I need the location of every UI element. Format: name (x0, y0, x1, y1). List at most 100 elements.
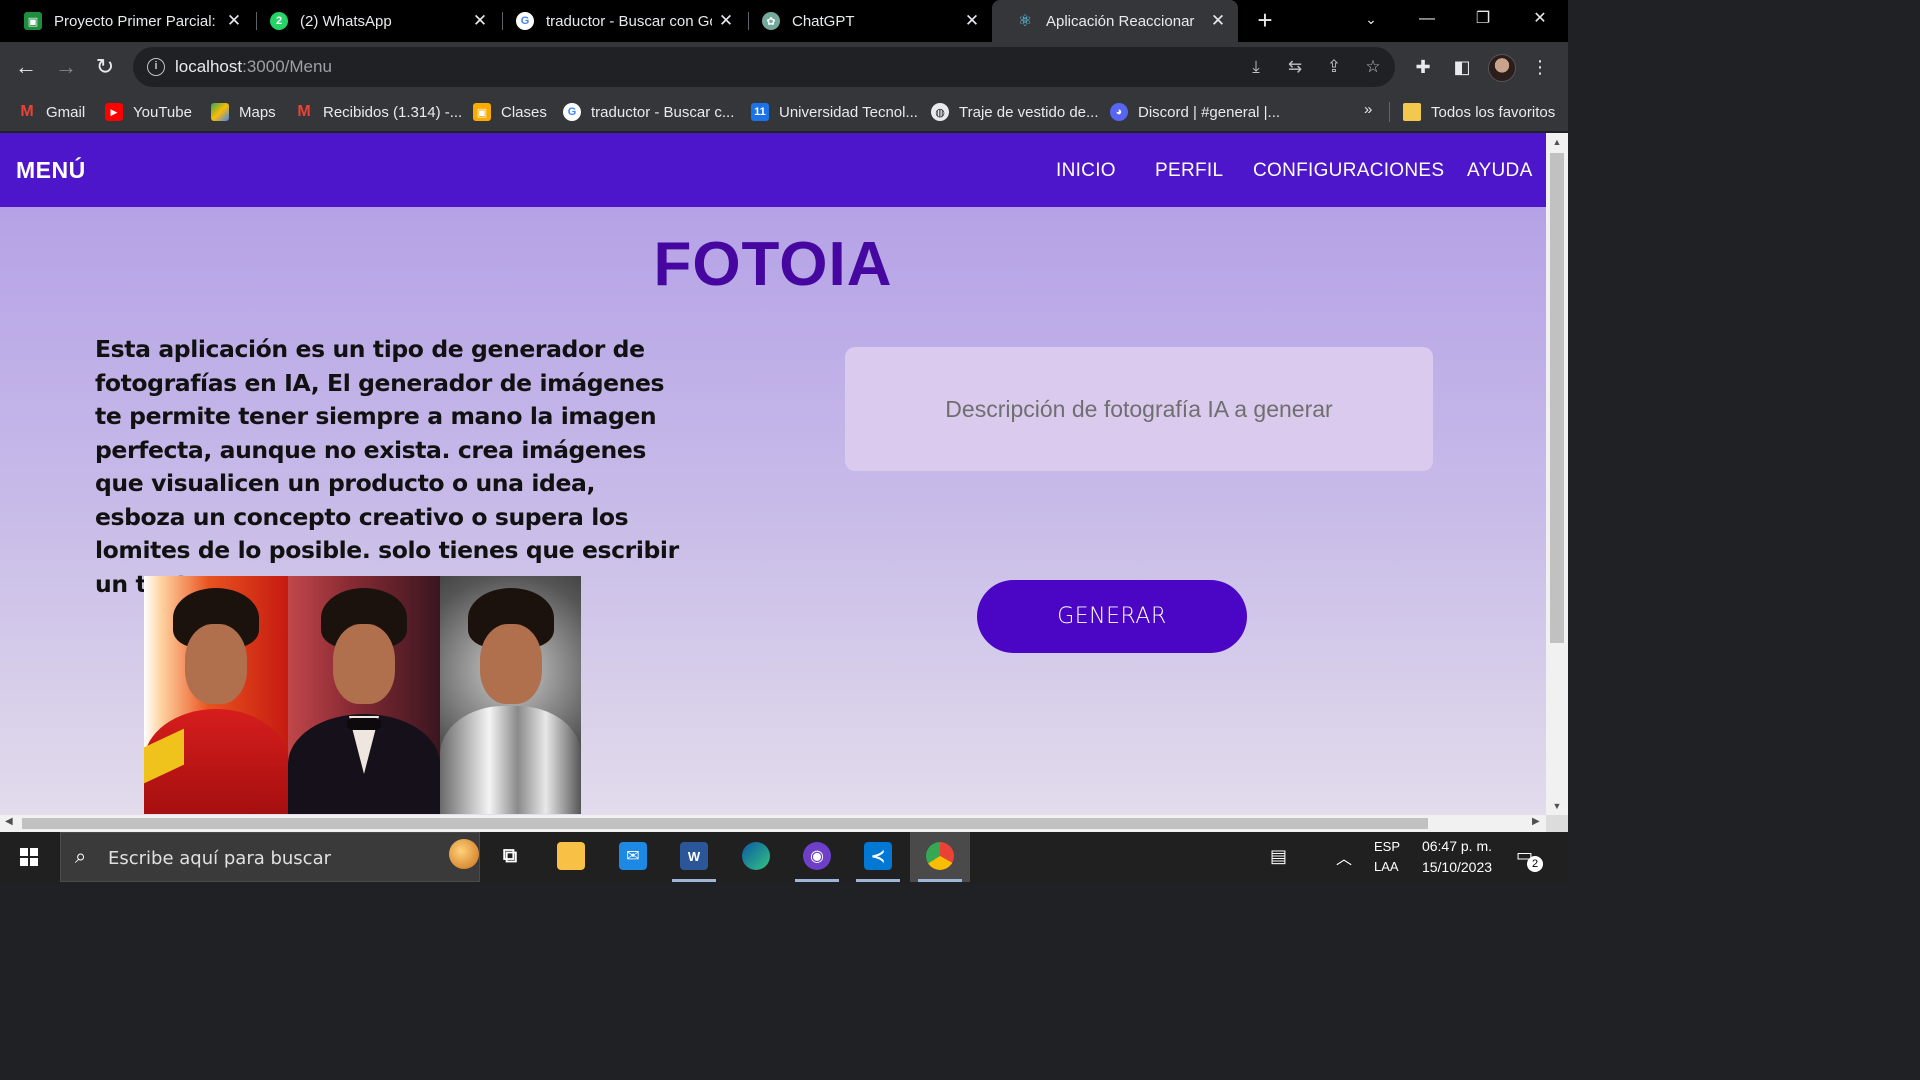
scroll-thumb[interactable] (22, 818, 1428, 829)
bookmark-clases[interactable]: ▣ Clases (473, 101, 547, 123)
nav-inicio[interactable]: INICIO (1056, 160, 1116, 182)
close-icon[interactable]: ✕ (466, 11, 494, 31)
edge-icon (742, 842, 770, 870)
new-tab-button[interactable]: + (1250, 6, 1280, 36)
side-panel-icon[interactable]: ◧ (1449, 54, 1475, 80)
folder-icon (557, 842, 585, 870)
tab-traductor[interactable]: G traductor - Buscar con Go ✕ (492, 0, 746, 42)
close-window-button[interactable]: ✕ (1512, 0, 1568, 42)
scroll-up-icon[interactable]: ▲ (1546, 137, 1568, 147)
bookmark-traje[interactable]: ◍ Traje de vestido de... (931, 101, 1099, 123)
menu-brand[interactable]: MENÚ (16, 157, 86, 184)
bookmark-star-icon[interactable]: ☆ (1362, 56, 1384, 78)
sample-image-armor (440, 576, 581, 814)
install-app-icon[interactable]: ⤓ (1245, 56, 1267, 78)
url-text[interactable]: localhost:3000/Menu (175, 57, 332, 77)
bookmark-traductor[interactable]: G traductor - Buscar c... (563, 101, 734, 123)
word-button[interactable]: W (664, 832, 724, 882)
translate-icon[interactable]: ⇆ (1284, 56, 1306, 78)
close-icon[interactable]: ✕ (712, 11, 740, 31)
bookmarks-overflow-button[interactable]: » (1364, 101, 1372, 118)
bookmark-maps[interactable]: Maps (211, 101, 276, 123)
tab-title: (2) WhatsApp (300, 12, 392, 30)
word-icon: W (680, 842, 708, 870)
search-icon: ⌕ (75, 846, 87, 868)
vscode-icon: ≺ (864, 842, 892, 870)
tab-aplicacion[interactable]: ⚛ Aplicación Reaccionar ✕ (992, 0, 1238, 42)
google-icon: G (563, 103, 581, 121)
avatar[interactable] (1488, 54, 1516, 82)
tab-search-icon[interactable]: ⌄ (1343, 0, 1399, 42)
scroll-left-icon[interactable]: ◀ (5, 816, 13, 827)
prompt-input[interactable] (845, 347, 1433, 471)
vertical-scrollbar[interactable]: ▲ ▼ (1546, 133, 1568, 815)
news-widget-icon[interactable]: ▤ (1270, 846, 1287, 896)
nav-configuraciones[interactable]: CONFIGURACIONES (1253, 160, 1444, 182)
scroll-right-icon[interactable]: ▶ (1532, 816, 1540, 827)
gmail-icon: M (297, 103, 311, 120)
generate-button[interactable]: GENERAR (977, 580, 1247, 653)
tab-whatsapp[interactable]: 2 (2) WhatsApp ✕ (246, 0, 500, 42)
notifications-icon[interactable]: ▭ 2 (1516, 845, 1543, 895)
back-button[interactable]: ← (12, 53, 40, 81)
reload-button[interactable]: ↻ (91, 53, 119, 81)
tab-title: Aplicación Reaccionar (1046, 12, 1195, 30)
tab-title: traductor - Buscar con Go (546, 12, 712, 30)
menu-icon[interactable]: ⋮ (1527, 54, 1553, 80)
file-explorer-button[interactable] (541, 832, 601, 882)
github-desktop-button[interactable]: ◉ (787, 832, 847, 882)
windows-icon (20, 848, 38, 866)
show-hidden-icons[interactable]: ︿ (1336, 845, 1352, 895)
chatgpt-icon: ✿ (762, 12, 780, 30)
windows-taskbar: ⌕ Escribe aquí para buscar ⧉ ✉ W ◉ ≺ ▤ ︿… (0, 832, 1568, 882)
classroom-icon: ▣ (24, 12, 42, 30)
tab-proyecto[interactable]: ▣ Proyecto Primer Parcial: / ✕ (0, 0, 254, 42)
horizontal-scrollbar[interactable]: ◀ ▶ (0, 815, 1546, 832)
taskbar-search[interactable]: ⌕ Escribe aquí para buscar (60, 832, 480, 882)
close-icon[interactable]: ✕ (958, 11, 986, 31)
notification-count-badge: 2 (1527, 856, 1543, 872)
scroll-down-icon[interactable]: ▼ (1546, 801, 1568, 811)
close-icon[interactable]: ✕ (220, 11, 248, 31)
site-info-icon[interactable]: i (147, 58, 165, 76)
address-bar[interactable]: i localhost:3000/Menu ⤓ ⇆ ⇪ ☆ (133, 47, 1395, 87)
mail-icon: ✉ (619, 842, 647, 870)
bookmark-gmail[interactable]: M Gmail (18, 101, 85, 123)
language-indicator[interactable]: ESP LAA (1374, 839, 1400, 889)
mail-button[interactable]: ✉ (603, 832, 663, 882)
clock[interactable]: 06:47 p. m. 15/10/2023 (1417, 838, 1497, 888)
bookmark-universidad[interactable]: 11 Universidad Tecnol... (751, 101, 918, 123)
page-title: FOTOIA (653, 230, 893, 299)
scroll-thumb[interactable] (1550, 153, 1564, 643)
forward-button[interactable]: → (52, 53, 80, 81)
sample-image-red-suit (144, 576, 288, 814)
extensions-icon[interactable]: ✚ (1410, 54, 1436, 80)
restore-button[interactable]: ❐ (1455, 0, 1511, 42)
chrome-button[interactable] (910, 832, 970, 882)
github-icon: ◉ (803, 842, 831, 870)
edge-button[interactable] (726, 832, 786, 882)
vscode-button[interactable]: ≺ (848, 832, 908, 882)
tab-title: ChatGPT (792, 12, 855, 30)
calendar-icon: 11 (751, 103, 769, 121)
close-icon[interactable]: ✕ (1204, 11, 1232, 31)
nav-perfil[interactable]: PERFIL (1155, 160, 1223, 182)
share-icon[interactable]: ⇪ (1323, 56, 1345, 78)
app-description: Esta aplicación es un tipo de generador … (95, 335, 679, 598)
nav-ayuda[interactable]: AYUDA (1467, 160, 1533, 182)
start-button[interactable] (0, 832, 58, 882)
minimize-button[interactable]: — (1399, 0, 1455, 42)
bookmark-discord[interactable]: ◕ Discord | #general |... (1110, 101, 1280, 123)
maps-icon (211, 103, 229, 121)
tab-strip: ▣ Proyecto Primer Parcial: / ✕ 2 (2) Wha… (0, 0, 1568, 42)
tab-chatgpt[interactable]: ✿ ChatGPT ✕ (738, 0, 992, 42)
bookmark-recibidos[interactable]: M Recibidos (1.314) -... (295, 101, 462, 123)
classroom-icon: ▣ (473, 103, 491, 121)
bookmark-youtube[interactable]: ▶ YouTube (105, 101, 192, 123)
gmail-icon: M (20, 103, 34, 120)
all-bookmarks-folder[interactable]: Todos los favoritos (1403, 101, 1555, 123)
search-highlight-icon (449, 839, 479, 869)
globe-icon: ◍ (931, 103, 949, 121)
task-view-button[interactable]: ⧉ (480, 832, 540, 882)
youtube-icon: ▶ (105, 103, 123, 121)
